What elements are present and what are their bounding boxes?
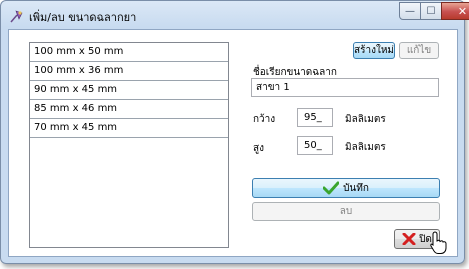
list-item[interactable]: 100 mm x 36 mm bbox=[30, 62, 228, 81]
close-window-button[interactable]: ✕ bbox=[441, 2, 469, 20]
delete-button[interactable]: ลบ bbox=[252, 202, 440, 221]
pin-icon bbox=[10, 10, 23, 23]
height-unit: มิลลิเมตร bbox=[345, 142, 386, 153]
title-bar[interactable]: เพิ่ม/ลบ ขนาดฉลากยา — ☐ ✕ bbox=[1, 1, 469, 29]
dialog-window: เพิ่ม/ลบ ขนาดฉลากยา — ☐ ✕ 100 mm x 50 mm… bbox=[0, 0, 469, 264]
close-icon: ✕ bbox=[457, 4, 468, 18]
save-button[interactable]: บันทึก bbox=[252, 178, 440, 198]
new-button[interactable]: สร้างใหม่ bbox=[353, 42, 395, 59]
width-field[interactable]: 95_ bbox=[297, 108, 333, 127]
hand-pointer-icon bbox=[430, 231, 447, 254]
x-icon bbox=[402, 233, 416, 245]
label-size-list[interactable]: 100 mm x 50 mm 100 mm x 36 mm 90 mm x 45… bbox=[29, 42, 229, 248]
edit-button[interactable]: แก้ไข bbox=[399, 42, 439, 59]
height-field[interactable]: 50_ bbox=[297, 136, 333, 155]
list-item[interactable]: 85 mm x 46 mm bbox=[30, 100, 228, 119]
list-item[interactable]: 70 mm x 45 mm bbox=[30, 119, 228, 138]
width-unit: มิลลิเมตร bbox=[345, 114, 386, 125]
name-field[interactable]: สาขา 1 bbox=[251, 78, 439, 97]
maximize-icon: ☐ bbox=[426, 5, 436, 17]
maximize-button[interactable]: ☐ bbox=[420, 2, 442, 20]
window-title: เพิ่ม/ลบ ขนาดฉลากยา bbox=[29, 11, 137, 24]
check-icon bbox=[323, 181, 340, 195]
minimize-icon: — bbox=[405, 5, 415, 17]
width-label: กว้าง bbox=[253, 114, 276, 125]
list-item[interactable]: 100 mm x 50 mm bbox=[30, 43, 228, 62]
minimize-button[interactable]: — bbox=[399, 2, 421, 20]
dialog-client-area: 100 mm x 50 mm 100 mm x 36 mm 90 mm x 45… bbox=[8, 29, 458, 257]
height-label: สูง bbox=[253, 143, 264, 154]
save-button-label: บันทึก bbox=[343, 182, 369, 194]
list-item[interactable]: 90 mm x 45 mm bbox=[30, 81, 228, 100]
